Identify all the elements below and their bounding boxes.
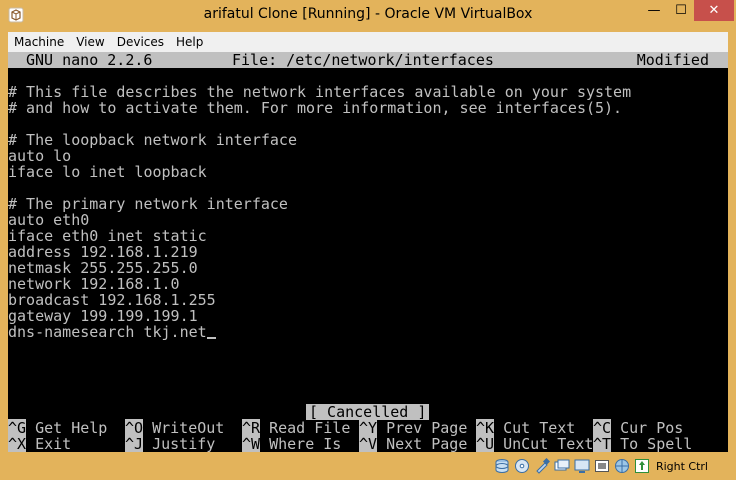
shortcut-next-page[interactable]: ^V Next Page xyxy=(359,435,468,452)
shortcut-key: ^U xyxy=(476,435,495,452)
file-line: gateway 199.199.199.1 xyxy=(8,307,198,325)
shortcut-label: UnCut Text xyxy=(494,435,594,452)
menu-bar: Machine View Devices Help xyxy=(8,32,728,52)
shortcut-key: ^J xyxy=(125,435,144,452)
video-capture-icon[interactable] xyxy=(594,458,610,474)
menu-help[interactable]: Help xyxy=(170,32,209,52)
vm-status-bar: Right Ctrl xyxy=(0,452,736,480)
shortcut-exit[interactable]: ^X Exit xyxy=(8,435,72,452)
menu-view[interactable]: View xyxy=(70,32,110,52)
title-bar[interactable]: arifatul Clone [Running] - Oracle VM Vir… xyxy=(0,0,736,32)
shared-folders-icon[interactable] xyxy=(554,458,570,474)
file-line: iface lo inet loopback xyxy=(8,163,207,181)
nano-filename: File: /etc/network/interfaces xyxy=(232,52,494,69)
file-line: iface eth0 inet static xyxy=(8,227,207,245)
file-line: network 192.168.1.0 xyxy=(8,275,180,293)
file-line: # and how to activate them. For more inf… xyxy=(8,99,623,117)
display-icon[interactable] xyxy=(574,458,590,474)
minimize-button[interactable]: — xyxy=(640,0,668,21)
mouse-integration-icon[interactable] xyxy=(634,458,650,474)
shortcut-key: ^V xyxy=(359,435,378,452)
file-line-current[interactable]: dns-namesearch tkj.net xyxy=(8,324,216,340)
shortcut-cut-text[interactable]: ^K Cut Text xyxy=(476,419,575,437)
shortcut-justify[interactable]: ^J Justify xyxy=(125,435,216,452)
file-line: # The primary network interface xyxy=(8,195,288,213)
shortcut-writeout[interactable]: ^O WriteOut xyxy=(125,419,224,437)
usb-icon[interactable] xyxy=(534,458,550,474)
file-line-text: dns-namesearch tkj.net xyxy=(8,323,207,341)
shortcut-uncut-text[interactable]: ^U UnCut Text xyxy=(476,435,594,452)
shortcut-label: To Spell xyxy=(611,435,693,452)
nano-version: GNU nano 2.2.6 xyxy=(26,52,153,69)
network-icon[interactable] xyxy=(614,458,630,474)
file-line: address 192.168.1.219 xyxy=(8,243,198,261)
menu-machine[interactable]: Machine xyxy=(8,32,70,52)
shortcut-label: Justify xyxy=(143,435,216,452)
shortcut-label: Next Page xyxy=(377,435,468,452)
file-line: # The loopback network interface xyxy=(8,131,297,149)
shortcut-read-file[interactable]: ^R Read File xyxy=(242,419,350,437)
shortcut-prev-page[interactable]: ^Y Prev Page xyxy=(359,419,467,437)
window-title: arifatul Clone [Running] - Oracle VM Vir… xyxy=(203,6,533,22)
menu-devices[interactable]: Devices xyxy=(111,32,170,52)
shortcut-label: Where Is xyxy=(260,435,342,452)
text-cursor xyxy=(206,337,216,339)
optical-drive-icon[interactable] xyxy=(514,458,530,474)
shortcut-key: ^X xyxy=(8,435,27,452)
shortcut-label: Exit xyxy=(26,435,72,452)
guest-screen[interactable]: GNU nano 2.2.6 File: /etc/network/interf… xyxy=(8,52,728,452)
file-line: auto lo xyxy=(8,147,72,165)
maximize-button[interactable]: ☐ xyxy=(668,0,694,21)
virtualbox-window: arifatul Clone [Running] - Oracle VM Vir… xyxy=(0,0,736,480)
shortcut-cur-pos[interactable]: ^C Cur Pos xyxy=(593,419,683,437)
file-line: auto eth0 xyxy=(8,211,90,229)
hard-disk-icon[interactable] xyxy=(494,458,510,474)
shortcut-get-help[interactable]: ^G Get Help xyxy=(8,419,107,437)
shortcut-key: ^W xyxy=(242,435,261,452)
shortcut-where-is[interactable]: ^W Where Is xyxy=(242,435,342,452)
shortcut-to-spell[interactable]: ^T To Spell xyxy=(593,435,693,452)
host-key-label[interactable]: Right Ctrl xyxy=(656,460,708,473)
nano-title-bar: GNU nano 2.2.6 File: /etc/network/interf… xyxy=(8,52,728,68)
close-button[interactable]: ✕ xyxy=(694,0,734,21)
nano-status-message: [ Cancelled ] xyxy=(306,404,430,420)
file-line: netmask 255.255.255.0 xyxy=(8,259,198,277)
nano-modified-flag: Modified xyxy=(636,52,709,69)
file-line: broadcast 192.168.1.255 xyxy=(8,291,216,309)
file-line: # This file describes the network interf… xyxy=(8,83,632,101)
shortcut-key: ^T xyxy=(593,435,612,452)
